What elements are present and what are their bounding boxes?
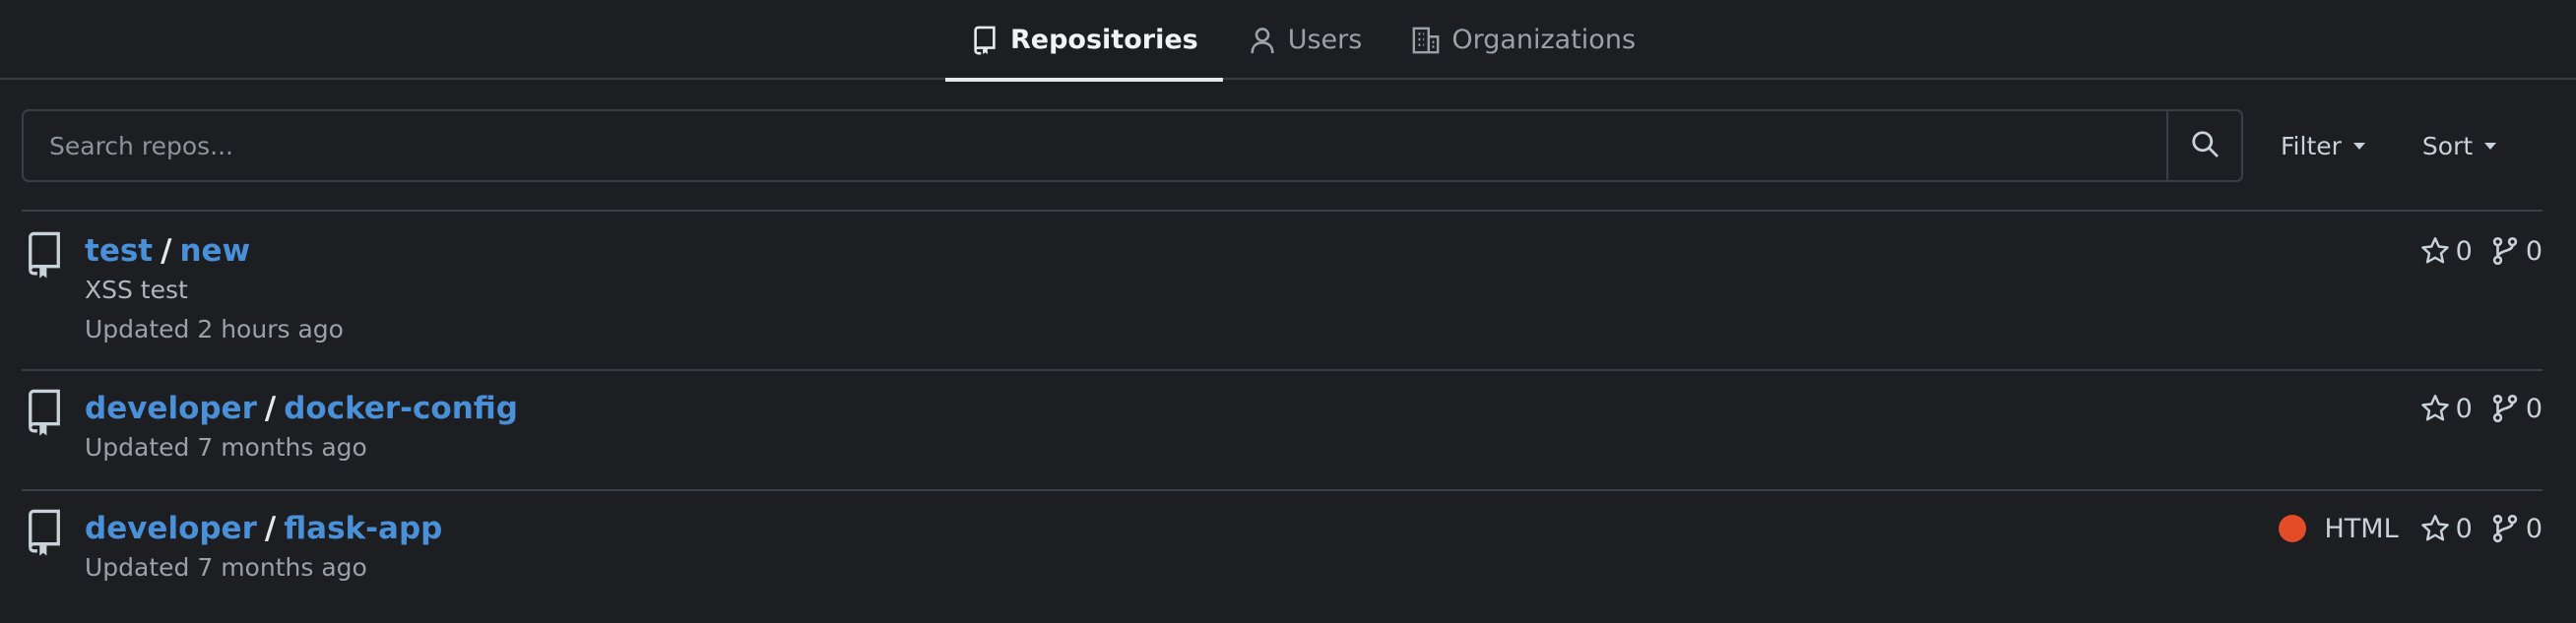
caret-down-icon (2352, 142, 2365, 150)
repo-meta: HTML 0 0 (2279, 509, 2543, 548)
stars-link[interactable]: 0 (2420, 236, 2473, 267)
tab-label: Users (1287, 25, 1363, 55)
tab-repositories[interactable]: Repositories (945, 0, 1223, 82)
repo-name-link[interactable]: docker-config (284, 391, 518, 426)
repo-list: test / new XSS test Updated 2 hours ago 0 … (22, 210, 2543, 619)
organization-icon (1411, 26, 1441, 55)
repo-name-link[interactable]: new (179, 233, 250, 269)
search-bar: Filter Sort (22, 109, 2497, 182)
repo-owner-link[interactable]: developer (85, 511, 257, 546)
repo-updated: Updated 7 months ago (85, 433, 367, 462)
repo-icon (970, 26, 999, 55)
stars-count: 0 (2455, 393, 2473, 424)
forks-count: 0 (2525, 393, 2543, 424)
repo-item: test / new XSS test Updated 2 hours ago 0 … (22, 212, 2543, 371)
repo-owner-link[interactable]: test (85, 233, 153, 269)
fork-icon (2492, 394, 2517, 423)
forks-link[interactable]: 0 (2490, 514, 2543, 544)
repo-title: test / new (85, 231, 344, 271)
separator: / (264, 511, 277, 546)
repo-updated: Updated 7 months ago (85, 553, 367, 582)
repo-name-link[interactable]: flask-app (284, 511, 442, 546)
stars-count: 0 (2455, 513, 2473, 544)
fork-icon (2492, 236, 2517, 266)
filter-dropdown[interactable]: Filter (2281, 109, 2365, 182)
separator: / (161, 233, 172, 269)
repo-title: developer / docker-config (85, 389, 518, 428)
repo-item: developer / flask-app Updated 7 months ago… (22, 491, 2543, 619)
language-color-dot (2279, 515, 2307, 542)
tab-users[interactable]: Users (1223, 0, 1387, 80)
sort-dropdown[interactable]: Sort (2421, 109, 2497, 182)
language-name: HTML (2324, 513, 2399, 544)
filter-label: Filter (2281, 131, 2342, 160)
forks-count: 0 (2525, 235, 2543, 267)
stars-link[interactable]: 0 (2420, 514, 2473, 544)
tab-bar: Repositories Users Organizations (0, 0, 2576, 82)
repo-meta: 0 0 (2415, 231, 2543, 271)
repo-updated: Updated 2 hours ago (85, 315, 344, 343)
star-icon (2420, 237, 2449, 264)
caret-down-icon (2484, 142, 2497, 150)
stars-count: 0 (2455, 235, 2473, 267)
forks-count: 0 (2525, 513, 2543, 544)
star-icon (2420, 395, 2449, 421)
separator: / (264, 391, 277, 426)
repo-icon (26, 389, 63, 438)
repo-meta: 0 0 (2415, 389, 2543, 428)
fork-icon (2492, 514, 2517, 543)
search-box (22, 109, 2243, 182)
tab-label: Repositories (1010, 25, 1198, 55)
forks-link[interactable]: 0 (2490, 236, 2543, 267)
stars-link[interactable]: 0 (2420, 394, 2473, 424)
repo-icon (26, 509, 63, 558)
search-input[interactable] (24, 111, 2166, 180)
user-icon (1248, 26, 1277, 55)
sort-label: Sort (2421, 131, 2474, 160)
repo-icon (26, 231, 63, 280)
tab-organizations[interactable]: Organizations (1386, 0, 1660, 80)
repo-item: developer / docker-config Updated 7 months… (22, 371, 2543, 491)
search-button[interactable] (2166, 111, 2241, 180)
repo-title: developer / flask-app (85, 509, 442, 548)
search-icon (2190, 129, 2220, 162)
forks-link[interactable]: 0 (2490, 394, 2543, 424)
repo-owner-link[interactable]: developer (85, 391, 257, 426)
star-icon (2420, 515, 2449, 541)
repo-description: XSS test (85, 276, 188, 304)
tab-label: Organizations (1451, 25, 1637, 55)
